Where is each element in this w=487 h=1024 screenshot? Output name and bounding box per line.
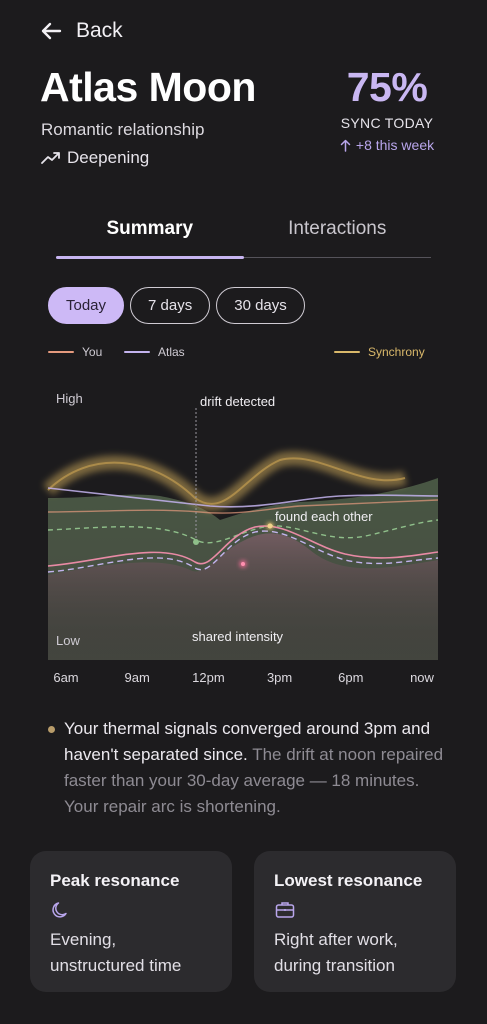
card-title: Peak resonance [50,871,180,890]
back-button[interactable]: Back [40,16,123,46]
trend-status: Deepening [41,148,149,168]
trend-label: Deepening [67,148,150,167]
range-today-chip[interactable]: Today [48,287,125,324]
back-label: Back [76,19,123,42]
legend-you-swatch [48,351,74,353]
trending-up-icon [41,152,60,164]
sync-week-change: +8 this week [327,137,447,153]
x-tick-label: 6pm [338,670,363,685]
found-annotation: found each other [275,509,373,524]
relationship-type: Romantic relationship [41,120,205,139]
card-text: Evening, unstructured time [50,930,182,975]
insight-bullet [48,726,55,733]
x-tick-label: 12pm [192,670,225,685]
sync-week-label: +8 this week [355,137,435,153]
found-point-core [267,523,273,529]
legend-you: You [48,345,102,359]
legend-atlas: Atlas [124,345,185,359]
y-low-label: Low [56,633,80,648]
legend-synchrony: Synchrony [334,345,425,359]
tab-interactions[interactable]: Interactions [244,212,432,257]
range-selector: Today 7 days 30 days [48,287,305,324]
x-tick-label: 9am [125,670,150,685]
drift-point [193,539,199,545]
shared-annotation: shared intensity [192,629,284,644]
card-title: Lowest resonance [274,871,423,890]
sync-label: SYNC TODAY [340,115,434,131]
intensity-point-core [241,562,245,566]
x-tick-label: 3pm [267,670,292,685]
arrow-up-icon [340,139,351,152]
insight-text: Your thermal signals converged around 3p… [64,716,448,820]
legend-synchrony-label: Synchrony [368,345,425,359]
tab-bar: Summary Interactions [56,212,432,259]
y-high-label: High [56,391,83,406]
lowest-resonance-card[interactable]: Lowest resonance Right after work, durin… [254,851,456,992]
sync-percent: 75% [346,64,428,110]
legend-synchrony-swatch [334,351,360,353]
card-text: Right after work, during transition [274,930,398,975]
insight: Your thermal signals converged around 3p… [48,716,448,820]
arrow-left-icon [41,22,62,40]
range-7-days-chip[interactable]: 7 days [130,287,211,324]
x-axis-ticks: 6am 9am 12pm 3pm 6pm now [53,670,434,685]
briefcase-icon [274,899,436,921]
range-30-days-chip[interactable]: 30 days [216,287,305,324]
drift-annotation: drift detected [200,394,275,409]
moon-icon [50,899,212,921]
legend-you-label: You [82,345,103,359]
sync-summary: 75% SYNC TODAY +8 this week [327,64,447,153]
legend-atlas-swatch [124,351,150,353]
x-tick-label: 6am [53,670,78,685]
legend-atlas-label: Atlas [158,345,185,359]
x-tick-label: now [410,670,434,685]
resonance-chart: High Low drift detected found each other… [43,391,439,690]
page-title: Atlas Moon [40,64,256,110]
tab-summary[interactable]: Summary [56,212,244,259]
peak-resonance-card[interactable]: Peak resonance Evening, unstructured tim… [30,851,232,992]
